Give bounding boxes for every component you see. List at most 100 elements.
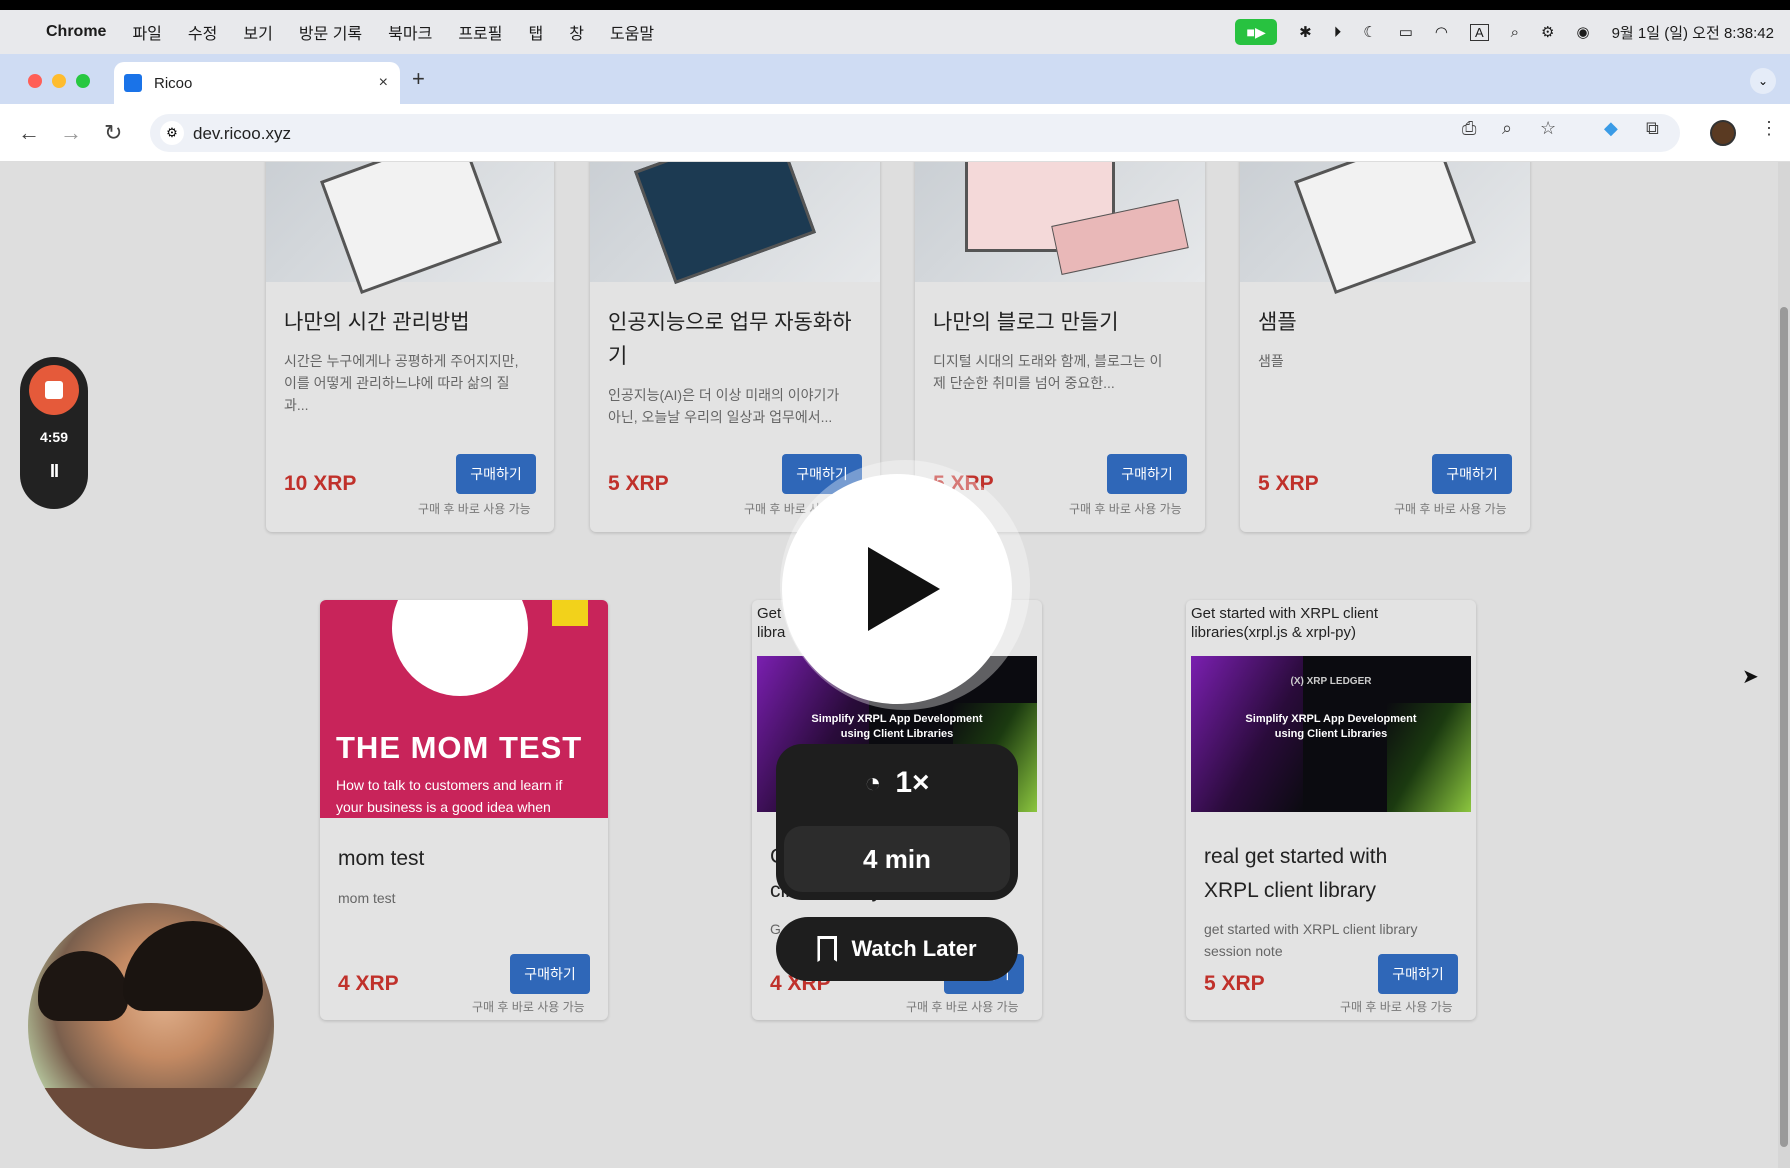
product-price: 5 XRP xyxy=(608,472,669,495)
pause-icon[interactable]: II xyxy=(20,461,88,482)
facetime-camera-icon[interactable]: ■▶ xyxy=(1235,19,1278,45)
profile-avatar[interactable] xyxy=(1710,120,1736,146)
product-card[interactable]: THE MOM TEST How to talk to customers an… xyxy=(320,600,608,1020)
playback-speed: 1× xyxy=(895,766,930,799)
spotlight-search-icon[interactable]: ⌕ xyxy=(1511,24,1519,41)
webcam-bubble[interactable] xyxy=(28,903,274,1149)
buy-note: 구매 후 바로 사용 가능 xyxy=(472,1000,585,1014)
product-price: 5 XRP xyxy=(1258,472,1319,495)
forward-arrow-icon[interactable]: → xyxy=(60,120,82,146)
product-image xyxy=(1240,162,1530,295)
product-header: Get started with XRPL client libraries(xr… xyxy=(1191,605,1379,641)
product-card[interactable]: 나만의 시간 관리방법 시간은 누구에게나 공평하게 주어지지만, 이를 어떻게 … xyxy=(266,162,554,532)
buy-button[interactable]: 구매하기 xyxy=(456,454,536,494)
site-favicon-icon xyxy=(124,74,142,92)
wifi-icon[interactable]: ◠ xyxy=(1435,23,1448,41)
product-price: 10 XRP xyxy=(284,472,357,495)
product-title[interactable]: 샘플 xyxy=(1258,306,1297,340)
video-duration: 4 min xyxy=(784,826,1010,892)
play-button[interactable] xyxy=(782,474,1012,704)
tab-title: Ricoo xyxy=(154,74,193,92)
buy-note: 구매 후 바로 사용 가능 xyxy=(1340,1000,1453,1014)
new-tab-button[interactable]: + xyxy=(412,66,425,92)
buy-note: 구매 후 바로 사용 가능 xyxy=(1069,502,1182,516)
bookmark-icon xyxy=(817,936,838,962)
play-icon xyxy=(868,547,940,631)
product-description: 샘플 xyxy=(1258,353,1284,369)
window-close-button[interactable] xyxy=(28,74,42,88)
menu-window[interactable]: 창 xyxy=(569,20,584,44)
buy-button[interactable]: 구매하기 xyxy=(1432,454,1512,494)
tab-close-icon[interactable]: × xyxy=(379,74,388,92)
extension-diamond-icon[interactable]: ◆ xyxy=(1604,118,1618,139)
product-image: (X) XRP LEDGER Simplify XRPL App Develop… xyxy=(1191,656,1471,812)
url-text[interactable]: dev.ricoo.xyz xyxy=(193,124,291,144)
buy-note: 구매 후 바로 사용 가능 xyxy=(906,1000,1019,1014)
buy-button[interactable]: 구매하기 xyxy=(1107,454,1187,494)
page-scrollbar[interactable] xyxy=(1778,162,1790,1168)
input-source-icon[interactable]: A xyxy=(1469,23,1489,41)
stop-recording-button[interactable] xyxy=(29,365,79,415)
product-title[interactable]: 인공지능으로 업무 자동화하 기 xyxy=(608,306,852,374)
product-image xyxy=(266,162,554,295)
product-image xyxy=(590,162,880,285)
product-description: 디지털 시대의 도래와 함께, 블로그는 이제 단순한 취미를 넘어 중요한..… xyxy=(933,353,1163,391)
speedometer-icon: ◔ xyxy=(864,767,882,798)
install-app-icon[interactable]: ⎙ xyxy=(1462,118,1476,139)
menubar-clock[interactable]: 9월 1일 (일) 오전 8:38:42 xyxy=(1612,22,1774,43)
menu-history[interactable]: 방문 기록 xyxy=(299,20,362,44)
cover-title: THE MOM TEST xyxy=(336,730,583,765)
buy-button[interactable]: 구매하기 xyxy=(510,954,590,994)
control-center-icon[interactable]: ⚙ xyxy=(1541,23,1554,41)
bluetooth-icon[interactable]: ✱ xyxy=(1299,23,1312,41)
more-menu-icon[interactable]: ⋮ xyxy=(1760,118,1778,139)
zoom-icon[interactable]: ⌕ xyxy=(1502,118,1512,139)
product-header: Get libra xyxy=(757,605,786,641)
address-bar[interactable]: ⚙ dev.ricoo.xyz xyxy=(150,114,1680,152)
menu-tab[interactable]: 탭 xyxy=(528,20,543,44)
siri-icon[interactable]: ◉ xyxy=(1577,23,1590,41)
reload-icon[interactable]: ↻ xyxy=(104,120,122,146)
buy-button[interactable]: 구매하기 xyxy=(1378,954,1458,994)
watch-later-label: Watch Later xyxy=(851,936,977,961)
bookmark-star-icon[interactable]: ☆ xyxy=(1540,118,1556,139)
menu-help[interactable]: 도움말 xyxy=(610,20,654,44)
window-zoom-button[interactable] xyxy=(76,74,90,88)
tab-search-chevron-icon[interactable]: ⌄ xyxy=(1750,68,1776,94)
product-title[interactable]: mom test xyxy=(338,842,424,876)
product-description: 인공지능(AI)은 더 이상 미래의 이야기가 아닌, 오늘날 우리의 일상과 업… xyxy=(608,387,840,425)
product-image xyxy=(915,162,1205,282)
product-card[interactable]: 인공지능으로 업무 자동화하 기 인공지능(AI)은 더 이상 미래의 이야기가 아… xyxy=(590,162,880,532)
back-arrow-icon[interactable]: ← xyxy=(18,120,40,146)
product-card[interactable]: Get started with XRPL client libraries(xr… xyxy=(1186,600,1476,1020)
product-title[interactable]: 나만의 시간 관리방법 xyxy=(284,306,470,340)
playback-speed-button[interactable]: ◔ 1× xyxy=(776,744,1018,822)
extensions-puzzle-icon[interactable]: ⧉ xyxy=(1646,118,1659,139)
product-image: THE MOM TEST How to talk to customers an… xyxy=(320,600,608,818)
battery-icon[interactable]: ▭ xyxy=(1399,23,1413,41)
product-description: 시간은 누구에게나 공평하게 주어지지만, 이를 어떻게 관리하느냐에 따라 삶의… xyxy=(284,353,519,413)
recording-timer: 4:59 xyxy=(39,429,69,445)
menu-edit[interactable]: 수정 xyxy=(188,20,217,44)
product-price: 4 XRP xyxy=(338,972,399,995)
playback-panel: ◔ 1× 4 min xyxy=(776,744,1018,900)
moon-icon[interactable]: ☾ xyxy=(1363,23,1376,41)
browser-toolbar: ← → ↻ ⚙ dev.ricoo.xyz ⎙ ⌕ ☆ ◆ ⧉ ⋮ xyxy=(0,104,1790,162)
site-info-icon[interactable]: ⚙ xyxy=(160,121,184,145)
product-card[interactable]: 샘플 샘플 5 XRP 구매하기 구매 후 바로 사용 가능 xyxy=(1240,162,1530,532)
menu-view[interactable]: 보기 xyxy=(243,20,272,44)
menu-file[interactable]: 파일 xyxy=(132,20,161,44)
menu-profiles[interactable]: 프로필 xyxy=(458,20,502,44)
buy-note: 구매 후 바로 사용 가능 xyxy=(418,502,531,516)
macos-menubar: Chrome 파일 수정 보기 방문 기록 북마크 프로필 탭 창 도움말 ■▶… xyxy=(0,10,1790,54)
play-circle-icon[interactable]: ⏵ xyxy=(1334,24,1342,41)
menu-bookmarks[interactable]: 북마크 xyxy=(388,20,432,44)
product-title[interactable]: real get started with XRPL client library xyxy=(1204,840,1387,908)
browser-tab-ricoo[interactable]: Ricoo × xyxy=(114,62,400,104)
window-minimize-button[interactable] xyxy=(52,74,66,88)
menu-app-name[interactable]: Chrome xyxy=(46,23,106,41)
mouse-cursor-icon: ➤ xyxy=(1742,666,1759,688)
scrollbar-thumb[interactable] xyxy=(1780,307,1788,1147)
watch-later-button[interactable]: Watch Later xyxy=(776,917,1018,981)
product-title[interactable]: 나만의 블로그 만들기 xyxy=(933,306,1119,340)
